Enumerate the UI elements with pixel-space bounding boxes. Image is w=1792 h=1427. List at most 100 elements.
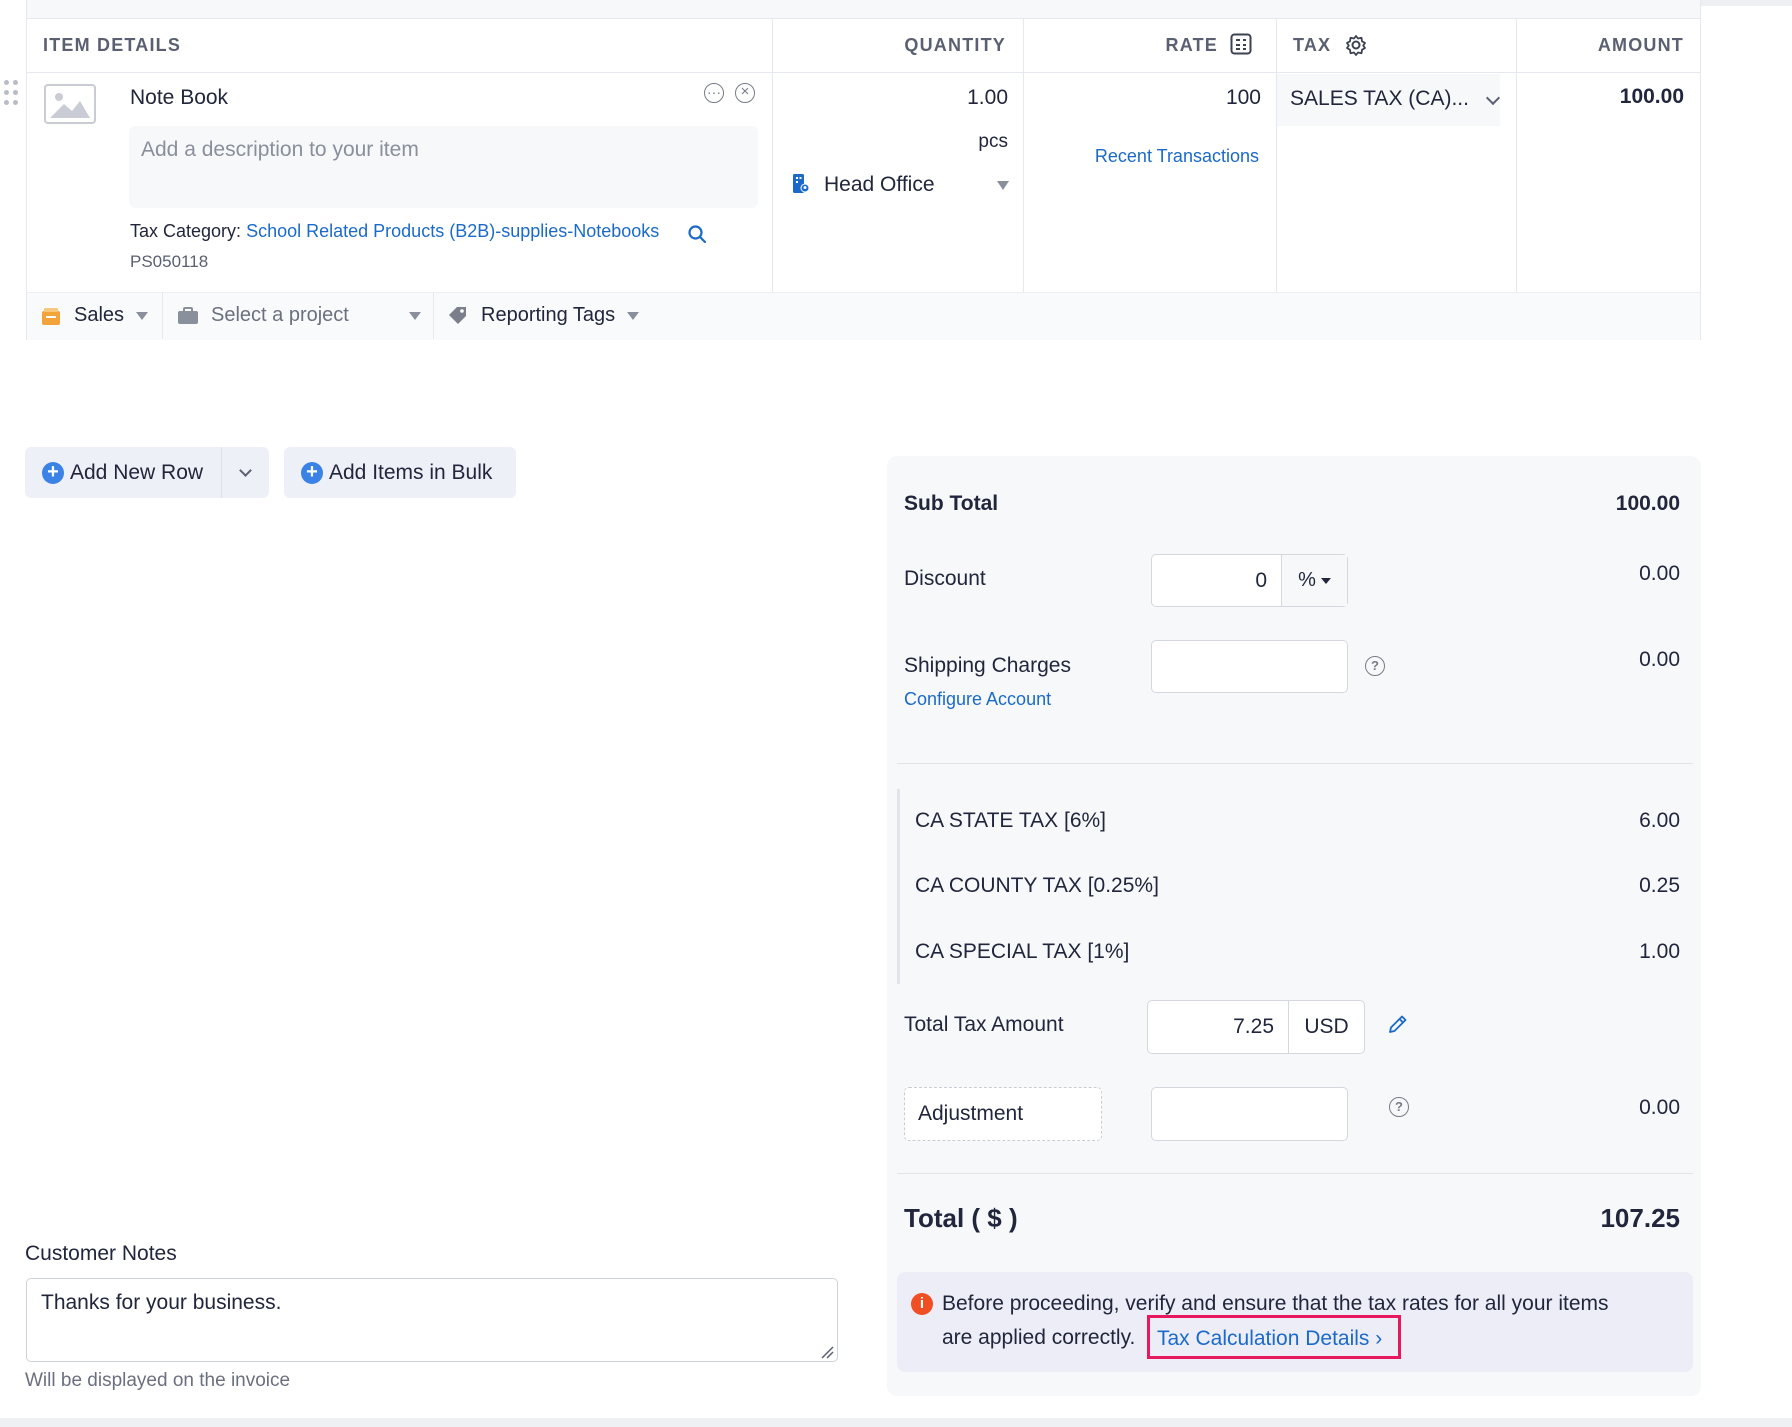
remove-row-icon[interactable]: × xyxy=(735,83,755,103)
project-caret-icon xyxy=(409,311,421,320)
header-amount: AMOUNT xyxy=(1597,35,1684,55)
plus-icon: + xyxy=(42,461,64,484)
shipping-input[interactable] xyxy=(1151,640,1348,693)
customer-notes-hint: Will be displayed on the invoice xyxy=(25,1370,291,1391)
add-items-in-bulk-label: Add Items in Bulk xyxy=(329,460,493,484)
note-text-line2: are applied correctly. xyxy=(942,1326,1136,1349)
footer-divider xyxy=(162,292,163,339)
header-divider xyxy=(26,72,1701,73)
bottom-strip xyxy=(0,1418,1792,1427)
adjustment-input[interactable] xyxy=(1151,1087,1348,1141)
configure-account-link[interactable]: Configure Account xyxy=(904,689,1051,710)
tax-line-value: 0.25 xyxy=(1639,874,1680,897)
unit-label: pcs xyxy=(978,131,1008,152)
item-description-input[interactable]: Add a description to your item xyxy=(129,126,758,208)
col-divider xyxy=(1516,18,1517,292)
discount-unit-select[interactable]: % xyxy=(1282,555,1347,606)
location-icon xyxy=(792,173,810,195)
adjustment-value: 0.00 xyxy=(1639,1096,1680,1119)
tax-category-label: Tax Category: xyxy=(130,221,242,241)
totals-divider xyxy=(897,1173,1693,1174)
discount-input[interactable]: 0 xyxy=(1152,555,1282,606)
shipping-help-icon[interactable]: ? xyxy=(1365,656,1385,676)
info-icon: i xyxy=(911,1293,933,1315)
adjustment-help-icon[interactable]: ? xyxy=(1389,1097,1409,1117)
add-row-options-button[interactable] xyxy=(222,447,269,498)
tax-line-value: 6.00 xyxy=(1639,809,1680,832)
tags-caret-icon xyxy=(627,311,640,320)
quantity-input[interactable]: 1.00 xyxy=(772,86,1008,110)
tax-select[interactable]: SALES TAX (CA)... xyxy=(1277,74,1501,126)
header-item-details: ITEM DETAILS xyxy=(43,35,182,55)
adjustment-label-input[interactable]: Adjustment xyxy=(904,1087,1102,1141)
total-tax-label: Total Tax Amount xyxy=(904,1013,1064,1036)
rate-calculator-icon[interactable] xyxy=(1230,33,1252,55)
header-rate: RATE xyxy=(1165,35,1218,55)
add-new-row-button[interactable]: + Add New Row xyxy=(25,447,221,498)
total-tax-input[interactable]: 7.25 xyxy=(1148,1001,1289,1053)
textarea-resize-handle-icon[interactable] xyxy=(820,1345,834,1359)
item-image-placeholder-icon[interactable] xyxy=(44,84,96,124)
right-edge-strip xyxy=(1701,0,1792,6)
sales-label: Sales xyxy=(74,304,125,326)
rate-input[interactable]: 100 xyxy=(1023,86,1261,110)
location-select[interactable]: Head Office xyxy=(824,173,935,197)
add-items-in-bulk-button[interactable]: + Add Items in Bulk xyxy=(284,447,516,498)
totals-divider xyxy=(897,763,1693,764)
add-new-row-button-group: + Add New Row xyxy=(25,447,269,498)
chevron-down-icon xyxy=(239,463,252,477)
tax-category-search-icon[interactable] xyxy=(687,224,707,244)
discount-unit-value: % xyxy=(1298,569,1316,591)
sales-account-select[interactable]: Sales xyxy=(40,292,149,339)
header-tax: TAX xyxy=(1293,35,1332,55)
tax-chevron-down-icon xyxy=(1485,90,1501,106)
discount-field: 0 % xyxy=(1151,554,1348,607)
sales-caret-icon xyxy=(136,311,149,320)
caret-down-icon xyxy=(1320,577,1331,584)
discount-label: Discount xyxy=(904,567,986,590)
tax-select-value: SALES TAX (CA)... xyxy=(1290,87,1469,110)
subtotal-value: 100.00 xyxy=(1615,492,1680,515)
customer-notes-label: Customer Notes xyxy=(25,1242,177,1265)
tax-line-label: CA SPECIAL TAX [1%] xyxy=(915,940,1130,963)
subtotal-label: Sub Total xyxy=(904,492,999,515)
briefcase-icon xyxy=(178,306,198,324)
reporting-tags-select[interactable]: Reporting Tags xyxy=(447,292,640,339)
tax-line-label: CA STATE TAX [6%] xyxy=(915,809,1106,832)
tax-line-value: 1.00 xyxy=(1639,940,1680,963)
location-caret-icon[interactable] xyxy=(997,181,1009,190)
plus-icon: + xyxy=(301,461,323,484)
sales-box-icon xyxy=(42,307,60,325)
footer-divider xyxy=(433,292,434,339)
tag-icon xyxy=(449,306,466,324)
tax-breakdown-rule xyxy=(897,789,900,984)
item-code: PS050118 xyxy=(130,252,209,271)
discount-value: 0.00 xyxy=(1639,562,1680,585)
tax-line-label: CA COUNTY TAX [0.25%] xyxy=(915,874,1159,897)
total-tax-currency: USD xyxy=(1304,1015,1349,1038)
tax-calculation-details-link[interactable]: Tax Calculation Details › xyxy=(1157,1327,1382,1351)
edit-pencil-icon[interactable] xyxy=(1387,1013,1409,1035)
total-tax-field: 7.25 USD xyxy=(1147,1000,1365,1054)
project-placeholder: Select a project xyxy=(211,304,349,326)
note-text-line1: Before proceeding, verify and ensure tha… xyxy=(942,1292,1609,1315)
col-divider xyxy=(1276,18,1277,292)
item-name[interactable]: Note Book xyxy=(130,86,228,110)
header-quantity: QUANTITY xyxy=(904,35,1006,55)
customer-notes-textarea[interactable]: Thanks for your business. xyxy=(26,1278,838,1362)
tax-category: Tax Category: School Related Products (B… xyxy=(130,221,659,242)
row-drag-handle[interactable] xyxy=(4,80,20,108)
row-amount: 100.00 xyxy=(1619,85,1684,108)
project-select[interactable]: Select a project xyxy=(177,292,421,339)
shipping-value: 0.00 xyxy=(1639,648,1680,671)
tax-settings-gear-icon[interactable] xyxy=(1345,34,1367,56)
recent-transactions-link[interactable]: Recent Transactions xyxy=(1023,146,1259,167)
more-options-icon[interactable]: ··· xyxy=(704,83,724,103)
total-label: Total ( $ ) xyxy=(904,1203,1018,1233)
reporting-tags-label: Reporting Tags xyxy=(481,304,616,326)
col-divider xyxy=(772,18,773,292)
total-value: 107.25 xyxy=(1600,1203,1680,1233)
tax-category-link[interactable]: School Related Products (B2B)-supplies-N… xyxy=(246,221,659,241)
add-new-row-label: Add New Row xyxy=(70,460,204,484)
shipping-label: Shipping Charges xyxy=(904,654,1071,677)
